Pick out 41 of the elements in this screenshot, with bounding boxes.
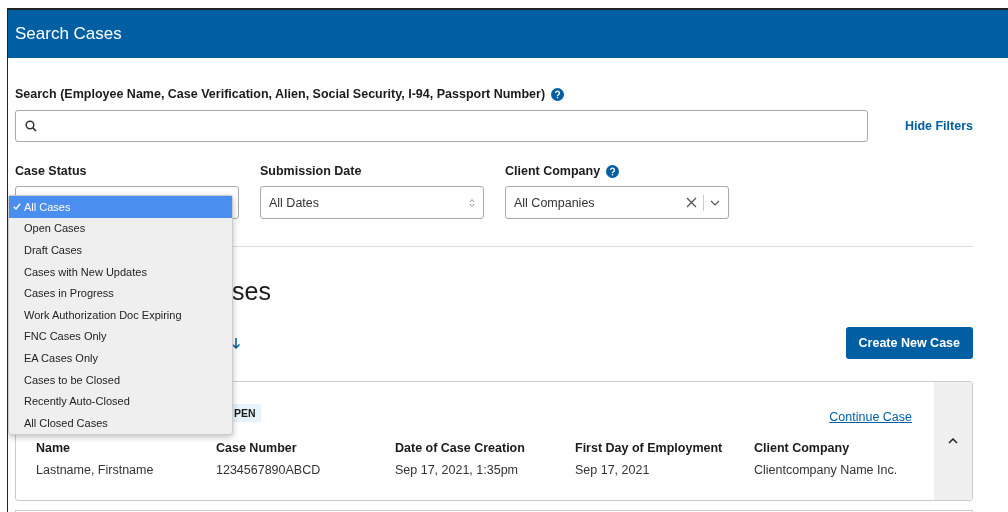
search-field[interactable] (15, 110, 868, 142)
field-label: First Day of Employment (575, 441, 724, 455)
chevron-down-icon[interactable] (710, 199, 720, 206)
dropdown-option[interactable]: Work Authorization Doc Expiring (9, 303, 232, 326)
field-value: Sep 17, 2021 (575, 463, 651, 477)
check-icon (13, 203, 21, 211)
dropdown-option[interactable]: Draft Cases (9, 239, 232, 261)
filter-label: Submission Date (260, 164, 362, 178)
search-icon (25, 120, 37, 132)
field-value: Sep 17, 2021, 1:35pm (395, 463, 519, 477)
dropdown-option[interactable]: Cases to be Closed (9, 368, 232, 391)
dropdown-option[interactable]: FNC Cases Only (9, 325, 232, 348)
field-label: Date of Case Creation (395, 441, 526, 455)
create-new-case-button[interactable]: Create New Case (845, 327, 973, 359)
field-value: Clientcompany Name Inc. (754, 463, 899, 477)
help-icon[interactable] (551, 87, 565, 101)
continue-case-link[interactable]: Continue Case (829, 410, 912, 424)
dropdown-option[interactable]: All Closed Cases (9, 411, 232, 434)
date-select[interactable]: All Dates (260, 186, 484, 219)
field-label: Client Company (754, 441, 851, 455)
company-select[interactable]: All Companies (505, 186, 729, 219)
dropdown-option[interactable]: Open Cases (9, 217, 232, 240)
filter-label: Client Company (505, 164, 601, 178)
field-label: Case Number (216, 441, 298, 455)
dropdown-option[interactable]: EA Cases Only (9, 347, 232, 369)
filter-label: Case Status (15, 164, 87, 178)
help-icon[interactable] (606, 164, 620, 178)
dropdown-option[interactable]: Recently Auto-Closed (9, 390, 232, 412)
field-value: Lastname, Firstname (36, 463, 155, 477)
clear-icon[interactable] (686, 197, 697, 208)
search-label: Search (Employee Name, Case Verification, Alien, Social Security, I-94, Passport Number) (15, 87, 546, 101)
hide-filters-link[interactable]: Hide Filters (904, 119, 973, 133)
results-heading: ses (232, 277, 272, 305)
page-title: Search Cases (15, 24, 122, 44)
sort-arrow-icon[interactable] (231, 336, 241, 350)
sort-arrows-icon (469, 197, 475, 208)
field-label: Name (36, 441, 72, 455)
collapse-toggle[interactable] (934, 382, 972, 500)
dropdown-option[interactable]: Cases with New Updates (9, 260, 232, 283)
field-value: 1234567890ABCD (216, 463, 322, 477)
dropdown-option[interactable]: Cases in Progress (9, 282, 232, 304)
